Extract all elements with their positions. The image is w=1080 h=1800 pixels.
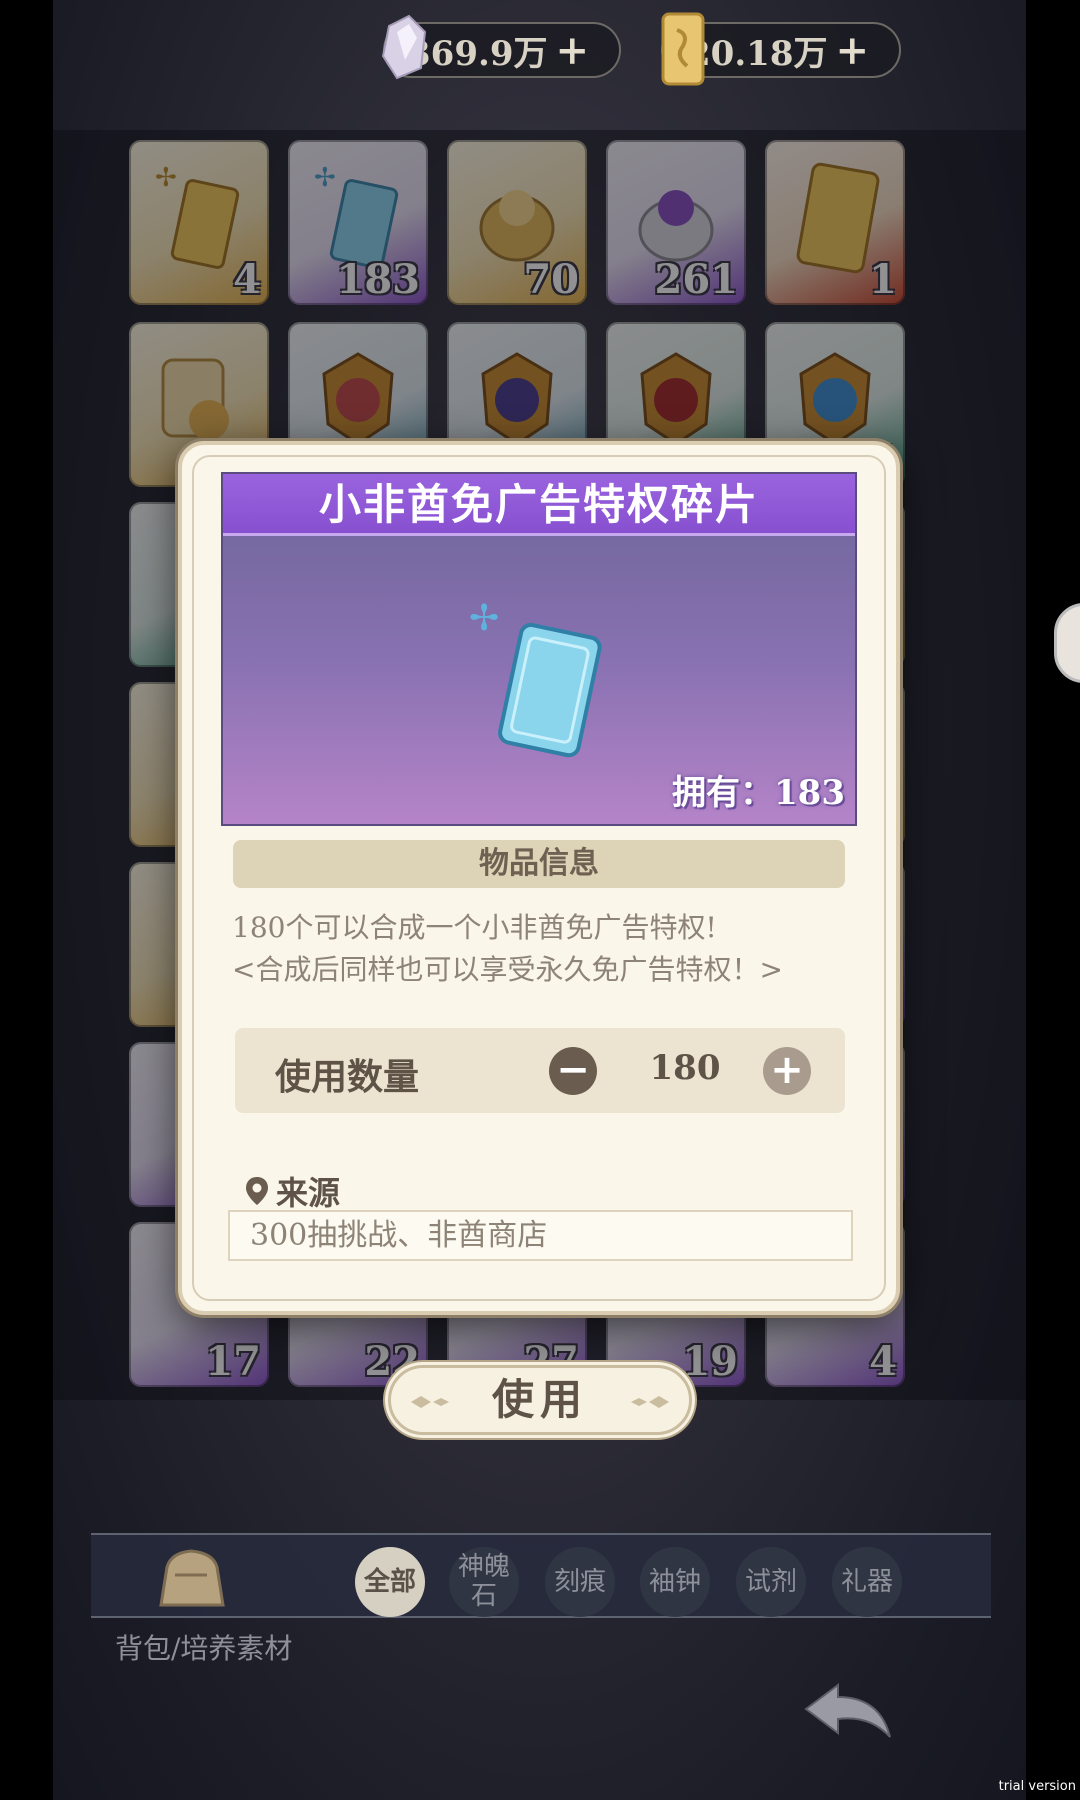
add-crystal-button[interactable]: + [555,27,589,74]
crystal-icon [381,14,427,80]
svg-text:✢: ✢ [469,598,499,639]
use-button[interactable]: 使用 [388,1365,692,1435]
item-slot[interactable]: ✢ 183 [288,140,428,305]
ad-free-ticket-fragment-icon: ✢ [469,598,602,758]
location-pin-icon [246,1177,268,1205]
add-ticket-button[interactable]: + [835,27,869,74]
back-arrow-icon[interactable] [798,1675,898,1745]
item-count: 261 [654,256,739,303]
tab-ritual-item[interactable]: 礼器 [832,1547,902,1617]
source-label-text: 来源 [276,1174,341,1212]
item-count: 183 [336,256,421,303]
source-value: 300抽挑战、非酋商店 [228,1210,853,1261]
item-count: 70 [523,256,579,303]
svg-text:✢: ✢ [314,163,336,193]
item-count: 4 [869,1338,897,1385]
ticket-icon [661,12,705,86]
crystal-currency[interactable]: 369.9万 + [381,14,621,80]
breadcrumb: 背包/培养素材 [115,1632,293,1665]
owned-count: 拥有：183 [672,773,845,813]
tab-reagent[interactable]: 试剂 [736,1547,806,1617]
tab-engraving[interactable]: 刻痕 [545,1547,615,1617]
quantity-label: 使用数量 [275,1056,420,1098]
item-count: 17 [205,1338,261,1385]
source-label: 来源 [244,1168,340,1214]
tab-all[interactable]: 全部 [355,1547,425,1617]
item-info-header: 物品信息 [233,840,845,888]
item-banner: 小非酋免广告特权碎片 ✢ 拥有：183 [221,472,857,826]
backpack-icon [159,1549,225,1607]
increase-button[interactable]: + [763,1047,811,1095]
item-slot[interactable]: ✢ 4 [129,140,269,305]
item-slot[interactable]: 1 [765,140,905,305]
tab-soul-stone[interactable]: 神魄石 [449,1547,519,1617]
watermark: trial version [998,1779,1076,1794]
svg-text:✢: ✢ [155,163,177,193]
quantity-value[interactable]: 180 [635,1048,735,1088]
item-count: 1 [869,256,897,303]
ticket-currency[interactable]: 20.18万 + [661,12,901,86]
item-description-note: <合成后同样也可以享受永久免广告特权！> [232,953,783,986]
tab-sleeve-clock[interactable]: 袖钟 [640,1547,710,1617]
item-title: 小非酋免广告特权碎片 [223,474,855,536]
quantity-stepper: 使用数量 − 180 + [235,1028,845,1113]
screen-edge [1026,0,1080,1800]
item-slot[interactable]: 70 [447,140,587,305]
ornament-right-icon [631,1396,669,1408]
ornament-left-icon [411,1396,449,1408]
decrease-button[interactable]: − [549,1047,597,1095]
item-description: 180个可以合成一个小非酋免广告特权! [232,911,717,944]
item-count: 19 [682,1338,738,1385]
item-slot[interactable]: 261 [606,140,746,305]
category-tab-bar: 全部 神魄石 刻痕 袖钟 试剂 礼器 [91,1533,991,1618]
item-count: 4 [233,256,261,303]
use-button-label: 使用 [491,1375,588,1424]
